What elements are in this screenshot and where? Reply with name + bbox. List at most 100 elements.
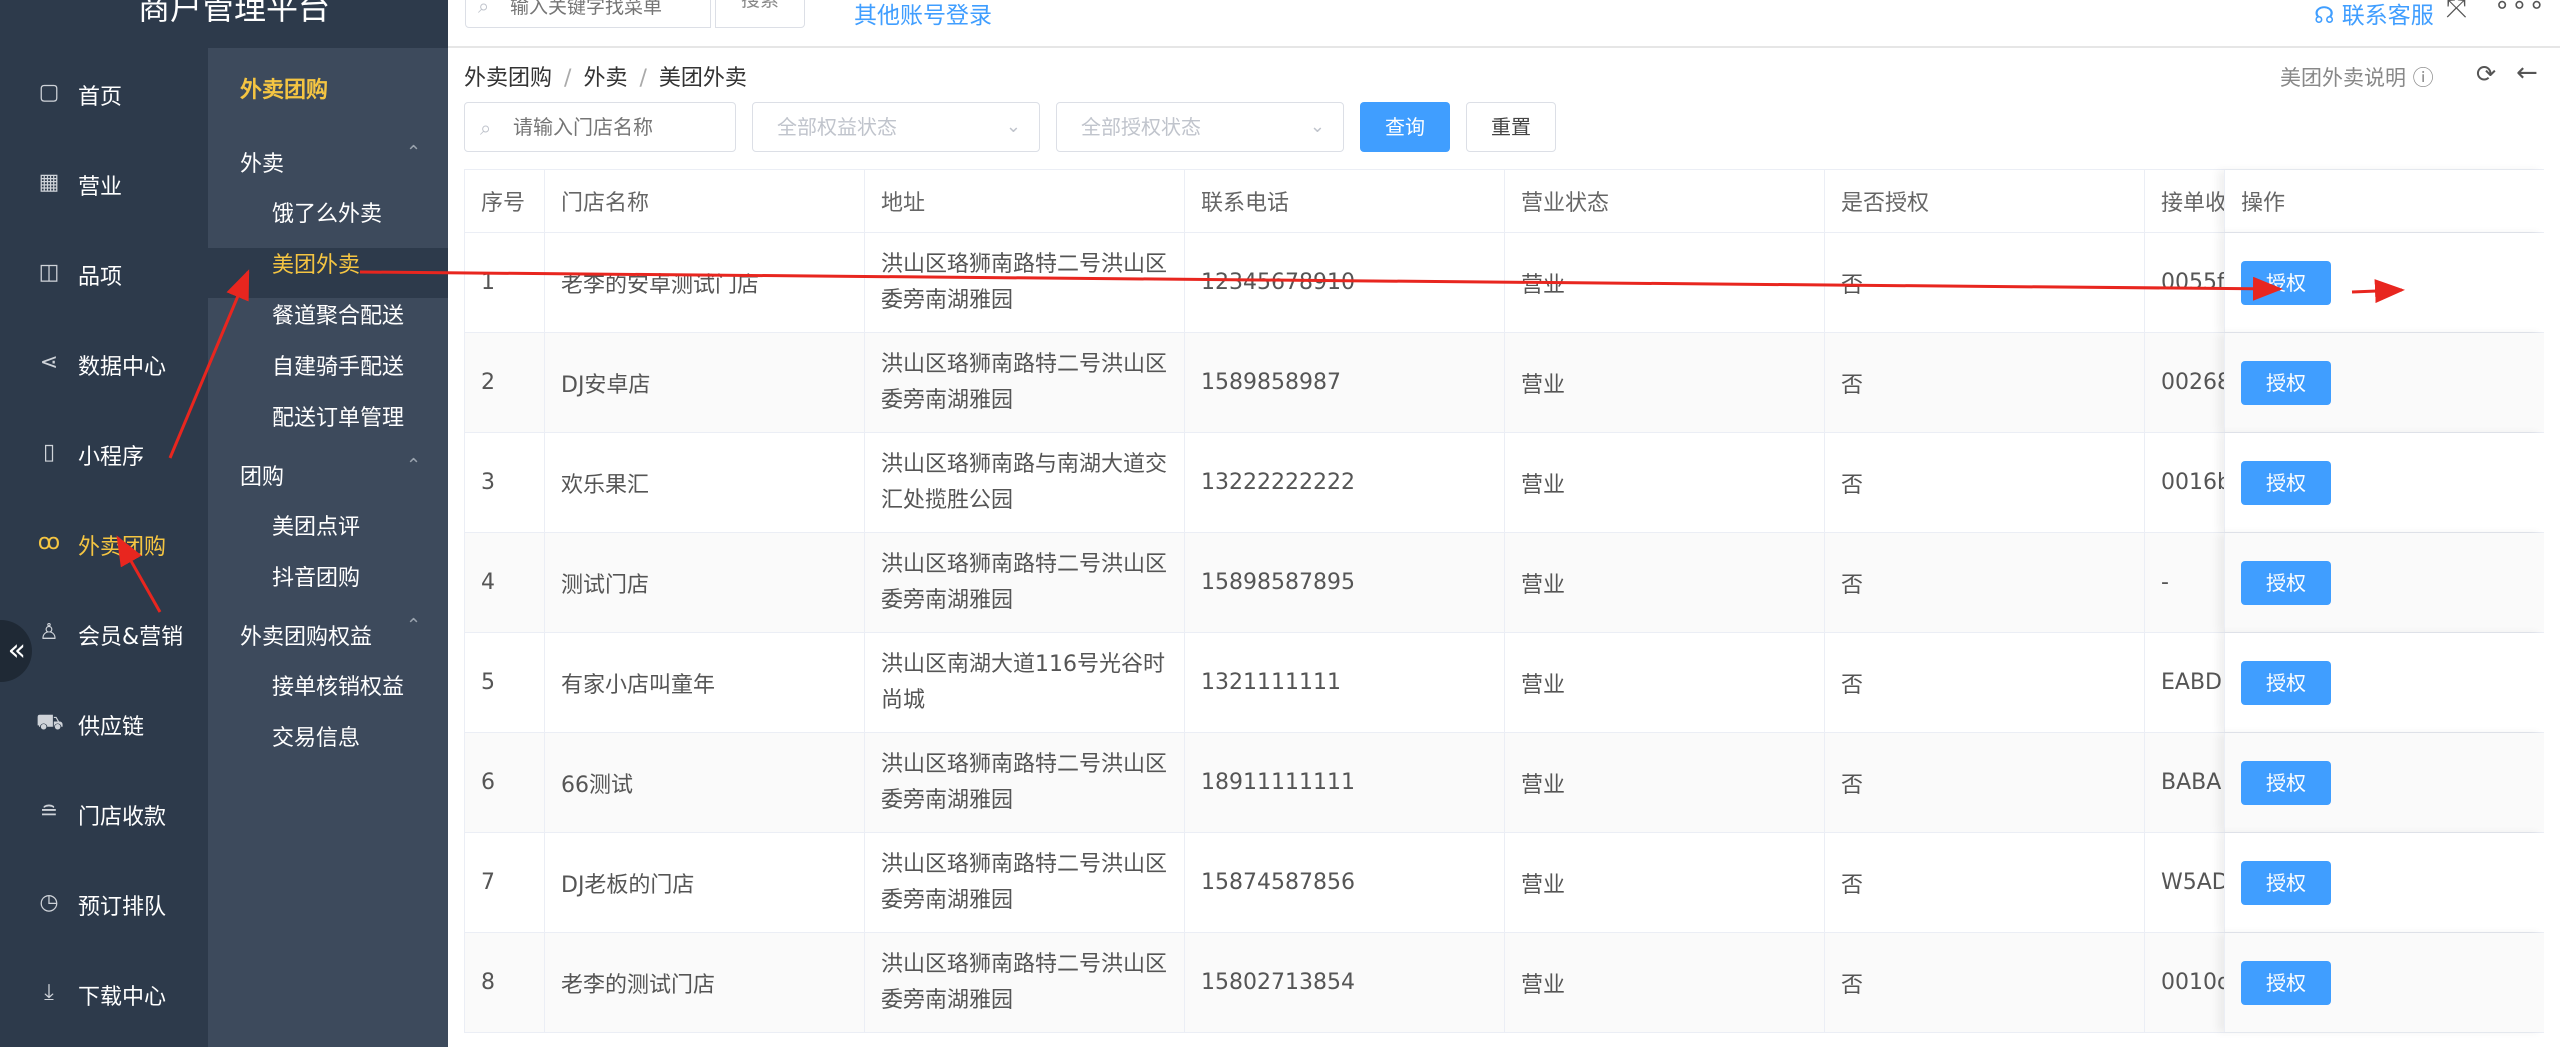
query-button[interactable]: 查询 [1360,102,1450,152]
authorize-button[interactable]: 授权 [2241,460,2331,505]
table-cell-address: 洪山区珞狮南路特二号洪山区委旁南湖雅园 [864,233,1184,332]
table-cell-no: 6 [464,733,544,832]
breadcrumb-item[interactable]: 外卖团购 [464,66,552,91]
nav-item-label: 会员&营销 [78,625,184,650]
nav-item[interactable]: ⤓ 下载中心 [0,948,208,1038]
table-cell-status: 营业 [1504,733,1824,832]
nav-subitem[interactable]: 交易信息 [272,720,360,752]
bicycle-icon: ꝏ [37,530,61,555]
table-cell-authorized: 否 [1824,233,2144,332]
nav-item[interactable]: ▦ 营业 [0,138,208,228]
table-cell-name: 老李的测试门店 [544,933,864,1032]
nav-item[interactable]: ◫ 品项 [0,228,208,318]
nav-item-label: 数据中心 [78,355,167,380]
nav-item[interactable]: ◷ 预订排队 [0,858,208,948]
nav-item[interactable]: ▢ 首页 [0,48,208,138]
authorize-button[interactable]: 授权 [2241,760,2331,805]
table-cell-name: 有家小店叫童年 [544,633,864,732]
menu-search-button[interactable]: 搜索 [715,0,805,28]
table-cell-authorized: 否 [1824,533,2144,632]
nav-item[interactable]: ⛟ 供应链 [0,678,208,768]
column-header: 门店名称 [544,170,864,232]
store-name-input[interactable] [464,102,736,152]
fullscreen-icon[interactable]: ⤧ [2446,0,2467,25]
table-cell-phone: 1589858987 [1184,333,1504,432]
nav-subitem[interactable]: 美团点评 [272,509,360,541]
table-cell-phone: 13222222222 [1184,433,1504,532]
search-icon: ⌕ [480,116,492,140]
table-cell-address: 洪山区珞狮南路特二号洪山区委旁南湖雅园 [864,333,1184,432]
table-row: 5 有家小店叫童年 洪山区南湖大道116号光谷时尚城 1321111111 营业否 EAB… [464,633,2544,733]
nav-item[interactable]: ≘ 门店收款 [0,768,208,858]
other-account-login-link[interactable]: 其他账号登录 [854,0,992,30]
nav-group-label[interactable]: 团购 [240,459,284,491]
nav-item-label: 下载中心 [78,985,167,1010]
refresh-icon[interactable]: ⟳ [2476,60,2496,88]
secondary-sidebar: 外卖团购 外卖 ⌃ 饿了么外卖美团外卖餐道聚合配送 自建骑手配送 配送订单管理团购 ⌃ 美团… [208,48,448,1047]
nav-item[interactable]: ♙ 会员&营销 [0,588,208,678]
nav-subitem[interactable]: 抖音团购 [272,560,360,592]
table-cell-address: 洪山区珞狮南路特二号洪山区委旁南湖雅园 [864,533,1184,632]
authorize-button[interactable]: 授权 [2241,360,2331,405]
nav-item[interactable]: ⋖ 数据中心 [0,318,208,408]
chevron-up-icon[interactable]: ⌃ [406,615,421,636]
reset-button[interactable]: 重置 [1466,102,1556,152]
table-cell-phone: 15874587856 [1184,833,1504,932]
nav-subitem[interactable]: 美团外卖 [272,247,360,279]
user-icon: ♙ [39,620,59,645]
meituan-help-link[interactable]: 美团外卖说明 ⓘ [2280,62,2434,92]
table-cell-status: 营业 [1504,533,1824,632]
menu-search-input[interactable] [465,0,711,28]
back-arrow-icon[interactable]: ← [2516,58,2538,88]
authorize-button[interactable]: 授权 [2241,860,2331,905]
table-cell-phone: 15802713854 [1184,933,1504,1032]
nav-group-label[interactable]: 外卖 [240,146,284,178]
auth-status-select[interactable]: 全部授权状态 ⌄ [1056,102,1344,152]
table-cell-status: 营业 [1504,233,1824,332]
column-header: 联系电话 [1184,170,1504,232]
table-cell-no: 3 [464,433,544,532]
nav-item-label: 门店收款 [78,805,167,830]
column-header: 地址 [864,170,1184,232]
table-cell-status: 营业 [1504,933,1824,1032]
more-options-icon[interactable]: ∘∘∘ [2494,0,2546,20]
table-cell-authorized: 否 [1824,333,2144,432]
nav-subitem[interactable]: 接单核销权益 [272,669,404,701]
nav-subitem[interactable]: 配送订单管理 [272,400,404,432]
secondary-sidebar-title: 外卖团购 [240,78,329,103]
column-header: 操作 [2224,170,2544,232]
nav-subitem[interactable]: 饿了么外卖 [272,196,382,228]
breadcrumb: 外卖团购 / 外卖 / 美团外卖 [464,60,747,92]
nav-item[interactable]: ▯ 小程序 [0,408,208,498]
table-cell-address: 洪山区南湖大道116号光谷时尚城 [864,633,1184,732]
nav-group-label[interactable]: 外卖团购权益 [240,619,372,651]
table-row: 4 测试门店 洪山区珞狮南路特二号洪山区委旁南湖雅园 15898587895 营业否 - 授… [464,533,2544,633]
table-row: 2 DJ安卓店 洪山区珞狮南路特二号洪山区委旁南湖雅园 1589858987 营业否 00… [464,333,2544,433]
nav-subitem[interactable]: 自建骑手配送 [272,349,404,381]
table-cell-status: 营业 [1504,333,1824,432]
chevron-up-icon[interactable]: ⌃ [406,142,421,163]
table-cell-no: 7 [464,833,544,932]
chevron-down-icon: ⌄ [1309,116,1325,137]
table-cell-no: 2 [464,333,544,432]
table-row: 6 66测试 洪山区珞狮南路特二号洪山区委旁南湖雅园 18911111111 营业否 BA… [464,733,2544,833]
nav-subitem[interactable]: 餐道聚合配送 [272,298,404,330]
nav-item-label: 首页 [78,85,123,110]
table-cell-action: 授权 [2224,933,2544,1032]
breadcrumb-separator: / [564,66,572,91]
truck-icon: ⛟ [36,710,64,735]
nav-item[interactable]: ꝏ 外卖团购 [0,498,208,588]
breadcrumb-item[interactable]: 外卖 [583,66,627,91]
authorize-button[interactable]: 授权 [2241,560,2331,605]
table-cell-no: 5 [464,633,544,732]
chevron-up-icon[interactable]: ⌃ [406,455,421,476]
authorize-button[interactable]: 授权 [2241,660,2331,705]
table-cell-no: 8 [464,933,544,1032]
top-bar: ⌕ 搜索 其他账号登录 ☊ 联系客服 ⤧ ∘∘∘ [448,0,2560,48]
table-cell-status: 营业 [1504,833,1824,932]
rights-status-select[interactable]: 全部权益状态 ⌄ [752,102,1040,152]
table-cell-action: 授权 [2224,733,2544,832]
authorize-button[interactable]: 授权 [2241,260,2331,305]
contact-support-link[interactable]: ☊ 联系客服 [2314,0,2434,30]
authorize-button[interactable]: 授权 [2241,960,2331,1005]
